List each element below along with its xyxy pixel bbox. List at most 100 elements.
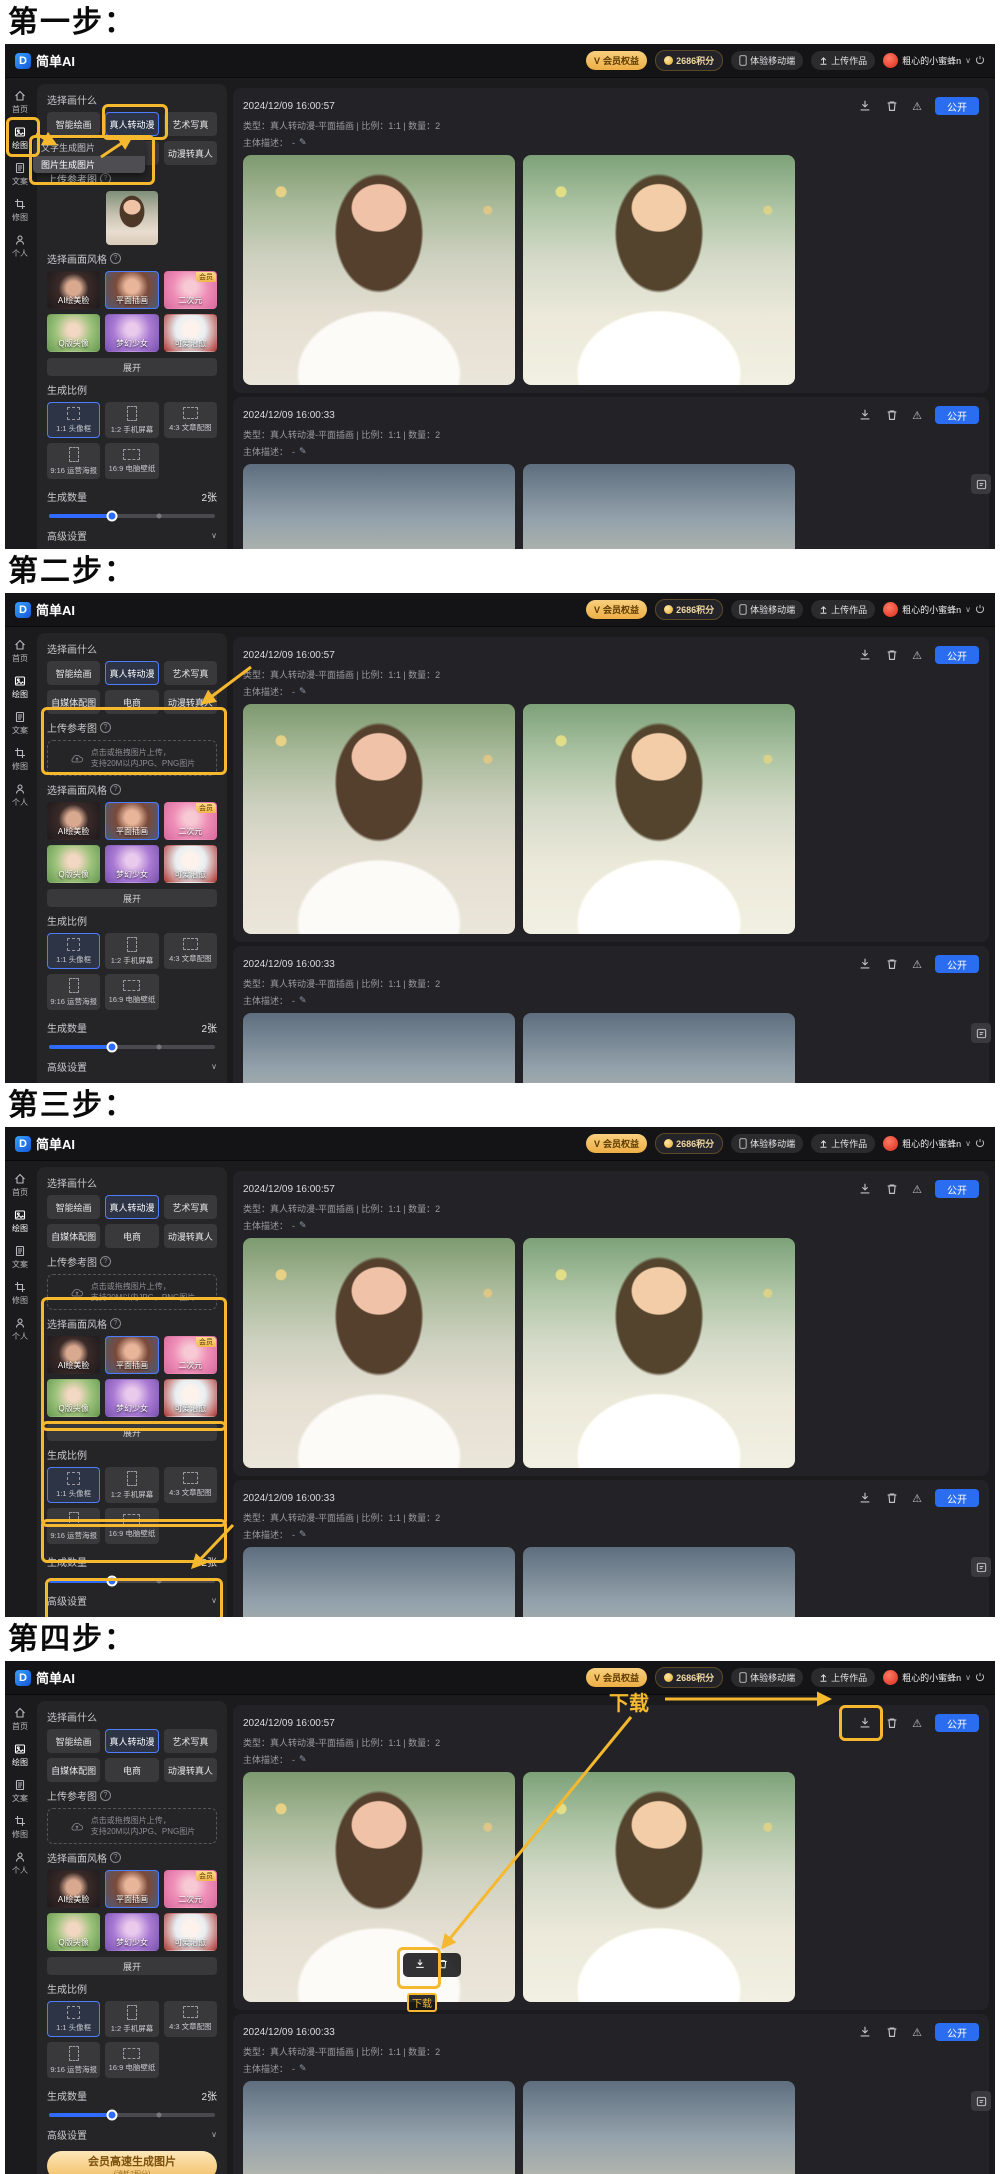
download-icon[interactable]	[858, 99, 872, 113]
category-smart-draw[interactable]: 智能绘画	[47, 1729, 100, 1753]
report-icon[interactable]: ⚠	[912, 1183, 922, 1196]
download-icon[interactable]	[414, 1958, 428, 1972]
ratio-4-3[interactable]: 4:3 文章配图	[164, 933, 217, 969]
ratio-9-16[interactable]: 9:16 运营海报	[47, 1508, 100, 1544]
category-anime-to-photo[interactable]: 动漫转真人	[164, 1224, 217, 1248]
publish-button[interactable]: 公开	[935, 406, 979, 424]
category-art-portrait[interactable]: 艺术写真	[164, 661, 217, 685]
category-anime-to-photo[interactable]: 动漫转真人	[164, 1758, 217, 1782]
report-icon[interactable]: ⚠	[912, 100, 922, 113]
menu-item-text-to-image[interactable]: 文字生成图片	[33, 139, 145, 156]
style-flat-illustration[interactable]: 平面插画	[105, 1870, 158, 1908]
download-icon[interactable]	[858, 957, 872, 971]
edit-icon[interactable]: ✎	[299, 1220, 307, 1231]
sidebar-item-draw[interactable]: 绘图	[5, 1207, 35, 1236]
generated-image-4[interactable]	[523, 1547, 795, 1617]
sidebar-item-profile[interactable]: 个人	[5, 1849, 35, 1878]
sidebar-item-home[interactable]: 首页	[5, 637, 35, 666]
delete-icon[interactable]	[885, 1491, 899, 1505]
user-menu[interactable]: 粗心的小蜜蜂n ∨	[883, 1136, 985, 1151]
sidebar-item-home[interactable]: 首页	[5, 88, 35, 117]
category-smart-draw[interactable]: 智能绘画	[47, 1195, 100, 1219]
generated-image-2[interactable]	[523, 704, 795, 934]
edit-icon[interactable]: ✎	[299, 446, 307, 457]
publish-button[interactable]: 公开	[935, 646, 979, 664]
generated-image-1[interactable]	[243, 1238, 515, 1468]
sidebar-item-retouch[interactable]: 修图	[5, 1813, 35, 1842]
sidebar-item-copywriting[interactable]: 文案	[5, 709, 35, 738]
style-chibi-avatar[interactable]: Q版头像	[47, 1379, 100, 1417]
download-icon[interactable]	[858, 1182, 872, 1196]
feedback-float-button[interactable]	[971, 1557, 991, 1577]
report-icon[interactable]: ⚠	[912, 2026, 922, 2039]
sidebar-item-draw[interactable]: 绘图	[5, 1741, 35, 1770]
mobile-app-button[interactable]: 体验移动端	[731, 1134, 803, 1153]
style-chibi-avatar[interactable]: Q版头像	[47, 314, 100, 352]
ratio-1-1[interactable]: 1:1 头像框	[47, 2001, 100, 2037]
slider-handle[interactable]	[107, 1042, 118, 1053]
delete-icon[interactable]	[885, 1716, 899, 1730]
report-icon[interactable]: ⚠	[912, 409, 922, 422]
generated-image-2[interactable]	[523, 1238, 795, 1468]
style-chibi-avatar[interactable]: Q版头像	[47, 1913, 100, 1951]
category-smart-draw[interactable]: 智能绘画	[47, 112, 100, 136]
publish-button[interactable]: 公开	[935, 1180, 979, 1198]
report-icon[interactable]: ⚠	[912, 649, 922, 662]
report-icon[interactable]: ⚠	[912, 958, 922, 971]
generated-image-2[interactable]	[523, 155, 795, 385]
advanced-settings-toggle[interactable]: 高级设置 ∨	[47, 528, 217, 543]
publish-button[interactable]: 公开	[935, 97, 979, 115]
style-ai-face[interactable]: AI绘美脸	[47, 802, 100, 840]
style-cute-healing[interactable]: 可爱治愈	[164, 1379, 217, 1417]
style-chibi-avatar[interactable]: Q版头像	[47, 845, 100, 883]
feedback-float-button[interactable]	[971, 1023, 991, 1043]
brand-logo[interactable]: D 简单AI	[15, 600, 75, 619]
ratio-1-2[interactable]: 1:2 手机屏幕	[105, 933, 158, 969]
category-anime-to-photo[interactable]: 动漫转真人	[164, 690, 217, 714]
style-ai-face[interactable]: AI绘美脸	[47, 1870, 100, 1908]
report-icon[interactable]: ⚠	[912, 1717, 922, 1730]
user-menu[interactable]: 粗心的小蜜蜂n ∨	[883, 602, 985, 617]
sidebar-item-home[interactable]: 首页	[5, 1171, 35, 1200]
download-icon[interactable]	[858, 408, 872, 422]
expand-styles-button[interactable]: 展开	[47, 1423, 217, 1441]
ratio-1-1[interactable]: 1:1 头像框	[47, 933, 100, 969]
style-cute-healing[interactable]: 可爱治愈	[164, 1913, 217, 1951]
delete-icon[interactable]	[437, 1958, 451, 1972]
style-dreamy-girl[interactable]: 梦幻少女	[105, 845, 158, 883]
generated-image-1[interactable]	[243, 155, 515, 385]
category-art-portrait[interactable]: 艺术写真	[164, 1729, 217, 1753]
generate-button[interactable]: 会员高速生成图片 (消耗2积分)	[47, 2151, 217, 2174]
user-menu[interactable]: 粗心的小蜜蜂n ∨	[883, 1670, 985, 1685]
sidebar-item-retouch[interactable]: 修图	[5, 745, 35, 774]
logout-icon[interactable]	[975, 55, 985, 67]
brand-logo[interactable]: D 简单AI	[15, 51, 75, 70]
sidebar-item-profile[interactable]: 个人	[5, 781, 35, 810]
style-cute-healing[interactable]: 可爱治愈	[164, 314, 217, 352]
sidebar-item-copywriting[interactable]: 文案	[5, 160, 35, 189]
category-photo-to-anime[interactable]: 真人转动漫	[105, 112, 158, 136]
upload-dropzone[interactable]: 点击或拖拽图片上传， 支持20M以内JPG、PNG图片	[47, 1808, 217, 1844]
category-ecommerce[interactable]: 电商	[105, 690, 158, 714]
points-badge[interactable]: 2686积分	[655, 599, 723, 620]
category-photo-to-anime[interactable]: 真人转动漫	[105, 1195, 158, 1219]
feedback-float-button[interactable]	[971, 2091, 991, 2111]
advanced-settings-toggle[interactable]: 高级设置 ∨	[47, 2127, 217, 2142]
delete-icon[interactable]	[885, 2025, 899, 2039]
generated-image-3[interactable]	[243, 1013, 515, 1083]
category-social-media[interactable]: 自媒体配图	[47, 1758, 100, 1782]
ratio-1-2[interactable]: 1:2 手机屏幕	[105, 402, 158, 438]
uploaded-reference-photo[interactable]	[106, 191, 158, 245]
edit-icon[interactable]: ✎	[299, 686, 307, 697]
edit-icon[interactable]: ✎	[299, 995, 307, 1006]
generated-image-1[interactable]	[243, 704, 515, 934]
sidebar-item-retouch[interactable]: 修图	[5, 196, 35, 225]
style-dreamy-girl[interactable]: 梦幻少女	[105, 1379, 158, 1417]
ratio-1-1[interactable]: 1:1 头像框	[47, 1467, 100, 1503]
ratio-4-3[interactable]: 4:3 文章配图	[164, 1467, 217, 1503]
slider-handle[interactable]	[107, 511, 118, 522]
generated-image-2[interactable]	[523, 1772, 795, 2002]
publish-button[interactable]: 公开	[935, 1714, 979, 1732]
logout-icon[interactable]	[975, 604, 985, 616]
category-anime-to-photo[interactable]: 动漫转真人	[164, 141, 217, 165]
